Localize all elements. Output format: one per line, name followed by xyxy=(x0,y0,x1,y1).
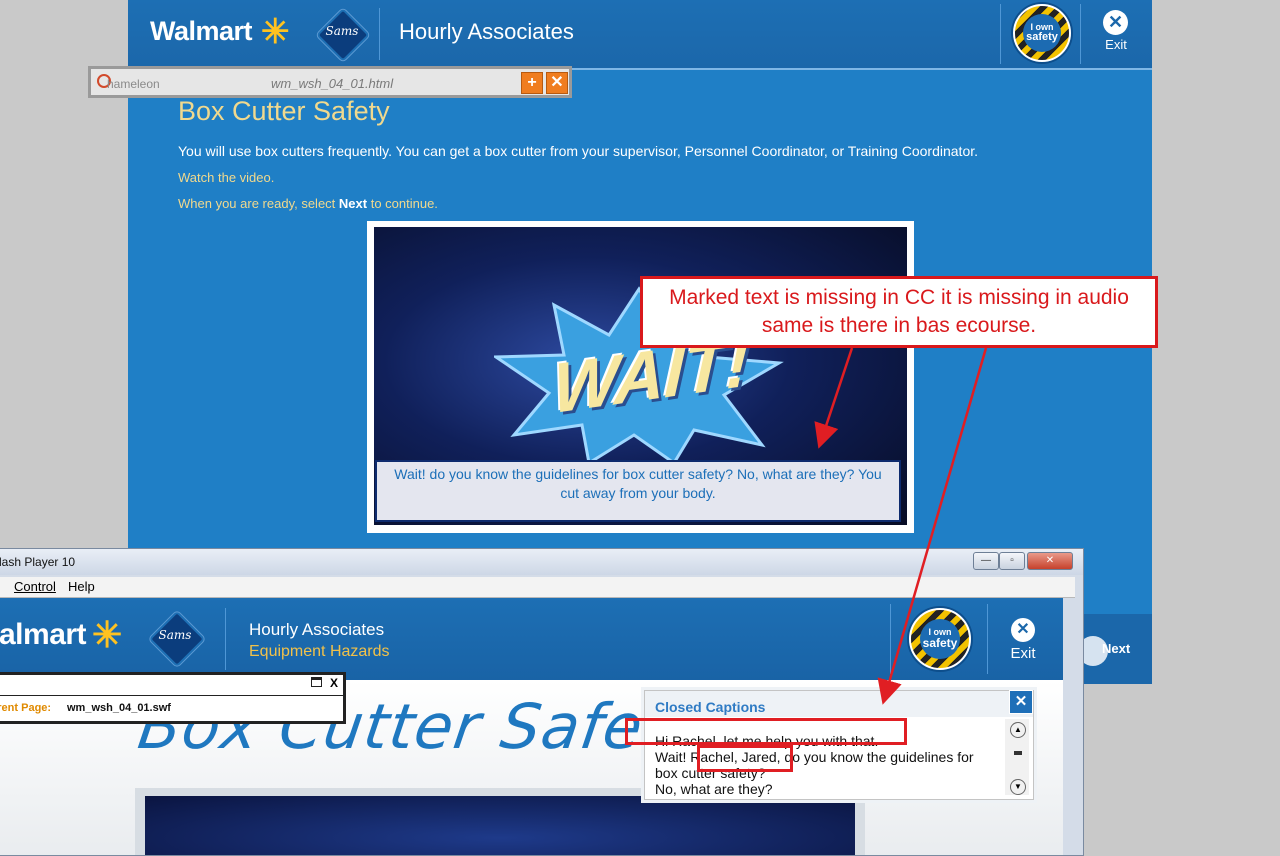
annotation-arrows xyxy=(814,347,988,705)
arrow-to-base-caption xyxy=(814,347,854,449)
arrow-to-cc-panel xyxy=(877,347,988,705)
